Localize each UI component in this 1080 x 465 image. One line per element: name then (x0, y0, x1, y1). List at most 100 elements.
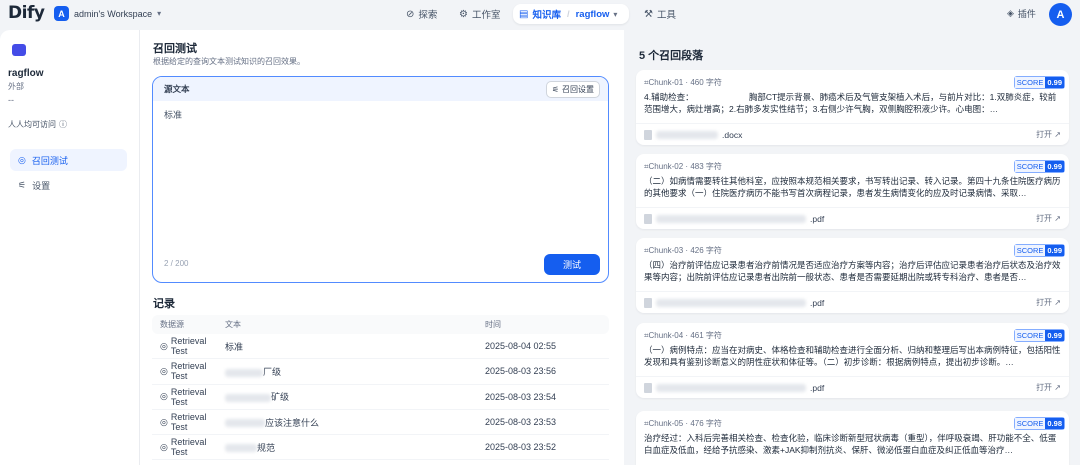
workspace-name: admin's Workspace (74, 8, 153, 19)
chunk-id: Chunk-03 (648, 246, 684, 255)
score-badge: SCORE 0.99 (1013, 244, 1065, 257)
row-time: 2025-08-03 23:56 (485, 366, 557, 377)
file-icon (644, 297, 652, 308)
info-icon[interactable]: ⓘ (59, 119, 67, 130)
dataset-permission: 人人均可访问 ⓘ (8, 119, 67, 130)
retrieval-settings-button[interactable]: ⚟ 召回设置 (545, 80, 600, 98)
char-count: 2 / 200 (164, 259, 189, 268)
row-text: 规范 (257, 442, 276, 453)
page-title: 召回测试 (153, 43, 197, 55)
table-row[interactable]: ◎ Retrieval Test 规范 2025-08-03 23:52 (152, 435, 609, 461)
table-row[interactable]: ◎ Retrieval Test 标准 2025-08-04 02:55 (152, 334, 609, 360)
chunk-text: （二）如病情需要转往其他科室，应按照本规范相关要求，书写转出记录、转入记录。第四… (644, 176, 1061, 198)
hammer-icon: ⚒ (644, 8, 653, 20)
score-badge: SCORE 0.98 (1013, 417, 1065, 430)
user-avatar[interactable]: A (1049, 3, 1072, 26)
row-source: Retrieval Test (170, 412, 207, 433)
row-source: Retrieval Test (170, 386, 207, 407)
result-card[interactable]: ⌗Chunk-02 · 483 字符 SCORE 0.99 （二）如病情需要转往其… (636, 154, 1069, 229)
results-title: 5 个召回段落 (639, 50, 704, 62)
card-footer: .pdf 打开 ↗ (636, 291, 1069, 313)
sidebar-item-retrieval-test[interactable]: ◎ 召回测试 (10, 149, 127, 171)
plugins-label: 插件 (1017, 9, 1036, 19)
target-icon: ◎ (160, 416, 168, 427)
target-icon: ◎ (160, 340, 168, 351)
score-label: SCORE (1014, 77, 1046, 88)
retrieval-settings-label: 召回设置 (562, 84, 594, 94)
open-link[interactable]: 打开 ↗ (1036, 129, 1061, 140)
nav-explore[interactable]: ⊘ 探索 (400, 4, 443, 24)
dataset-type: 外部 (8, 82, 24, 91)
nav-studio-label: 工作室 (471, 10, 501, 21)
redacted-filename (656, 214, 806, 223)
chunk-text: （四）治疗前评估应记录患者治疗前情况是否适应治疗方案等内容；治疗后评估应记录患者… (644, 260, 1061, 282)
dify-logo[interactable]: Dify (8, 3, 45, 23)
score-value: 0.99 (1045, 245, 1064, 256)
row-source: Retrieval Test (170, 361, 207, 382)
workspace-avatar: A (54, 6, 69, 21)
result-card[interactable]: ⌗Chunk-03 · 426 字符 SCORE 0.99 （四）治疗前评估应记录… (636, 238, 1069, 313)
chunk-meta: ⌗Chunk-02 · 483 字符 (644, 162, 722, 171)
file-icon (644, 129, 652, 140)
score-value: 0.98 (1045, 418, 1064, 429)
nav-knowledge-dataset[interactable]: ragflow (576, 9, 610, 20)
nav-tools-label: 工具 (656, 10, 676, 21)
card-footer: .pdf 打开 ↗ (636, 207, 1069, 229)
table-row[interactable]: ◎ Retrieval Test 应该注意什么 2025-08-03 23:53 (152, 410, 609, 436)
test-button[interactable]: 测试 (544, 254, 600, 275)
file-name: .docx (722, 129, 743, 140)
book-icon: ▤ (519, 8, 529, 20)
chunk-meta: ⌗Chunk-05 · 476 字符 (644, 419, 722, 428)
file-icon (644, 382, 652, 393)
records-title: 记录 (153, 298, 175, 310)
card-footer: .docx 打开 ↗ (636, 123, 1069, 145)
score-label: SCORE (1014, 330, 1046, 341)
score-badge: SCORE 0.99 (1013, 160, 1065, 173)
table-row[interactable]: ◎ Retrieval Test 厂级 2025-08-03 23:56 (152, 359, 609, 385)
open-link[interactable]: 打开 ↗ (1036, 297, 1061, 308)
plugins-button[interactable]: ◈ 插件 (1007, 7, 1036, 20)
robot-icon: ⚙ (459, 8, 468, 20)
nav-knowledge-label: 知识库 (532, 10, 561, 21)
chunk-text: （一）病例特点：应当在对病史、体格检查和辅助检查进行全面分析、归纳和整理后写出本… (644, 345, 1061, 367)
nav-explore-label: 探索 (418, 10, 438, 21)
result-card[interactable]: ⌗Chunk-05 · 476 字符 SCORE 0.98 治疗经过：入科后完善相… (636, 411, 1069, 465)
open-label: 打开 (1036, 298, 1053, 307)
file-name: .pdf (810, 382, 825, 393)
chunk-text: 4.辅助检查： 胸部CT提示背景、肺癌术后及气管支架植入术后，与前片对比：1.双… (644, 92, 1057, 114)
target-icon: ◎ (160, 365, 168, 376)
compass-icon: ⊘ (406, 8, 415, 20)
workspace-switcher[interactable]: A admin's Workspace ▾ (54, 6, 161, 21)
results-panel: 5 个召回段落 ⌗Chunk-01 · 460 字符 SCORE 0.99 4.辅… (624, 30, 1080, 465)
nav-knowledge[interactable]: ▤ 知识库 / ragflow ▾ (513, 4, 629, 24)
row-time: 2025-08-03 23:54 (485, 391, 557, 402)
nav-tools[interactable]: ⚒ 工具 (638, 4, 682, 24)
open-link[interactable]: 打开 ↗ (1036, 382, 1061, 393)
chevron-down-icon: ▾ (157, 9, 162, 18)
target-icon: ◎ (160, 441, 168, 452)
result-card[interactable]: ⌗Chunk-01 · 460 字符 SCORE 0.99 4.辅助检查： 胸部C… (636, 70, 1069, 145)
dataset-name: ragflow (8, 68, 44, 79)
content-area: ragflow 外部 -- 人人均可访问 ⓘ ◎ 召回测试 ⚟ 设置 召回测试 … (0, 30, 1080, 465)
nav-studio[interactable]: ⚙ 工作室 (453, 4, 506, 24)
score-label: SCORE (1014, 418, 1046, 429)
table-row[interactable]: ◎ Retrieval Test 矿级 2025-08-03 23:54 (152, 385, 609, 410)
redacted-filename (656, 383, 806, 392)
result-card[interactable]: ⌗Chunk-04 · 461 字符 SCORE 0.99 （一）病例特点：应当在… (636, 323, 1069, 398)
file-name: .pdf (810, 213, 825, 224)
chunk-text: 治疗经过：入科后完善相关检查、检查化验，临床诊断新型冠状病毒（重型），伴呼吸衰竭… (644, 433, 1057, 455)
row-text: 厂级 (263, 366, 282, 377)
row-time: 2025-08-03 23:53 (485, 417, 557, 428)
row-time: 2025-08-04 02:55 (485, 341, 557, 352)
row-text: 应该注意什么 (265, 417, 320, 428)
chunk-meta: ⌗Chunk-01 · 460 字符 (644, 78, 722, 87)
score-value: 0.99 (1045, 77, 1064, 88)
chunk-chars: 460 字符 (690, 78, 722, 87)
sidebar-item-settings[interactable]: ⚟ 设置 (10, 174, 127, 196)
card-footer: .pdf 打开 ↗ (636, 376, 1069, 398)
open-label: 打开 (1036, 130, 1053, 139)
query-header: 源文本 ⚟ 召回设置 (153, 77, 608, 101)
chunk-chars: 476 字符 (690, 419, 722, 428)
query-textarea[interactable]: 标准 (164, 108, 182, 121)
open-link[interactable]: 打开 ↗ (1036, 213, 1061, 224)
